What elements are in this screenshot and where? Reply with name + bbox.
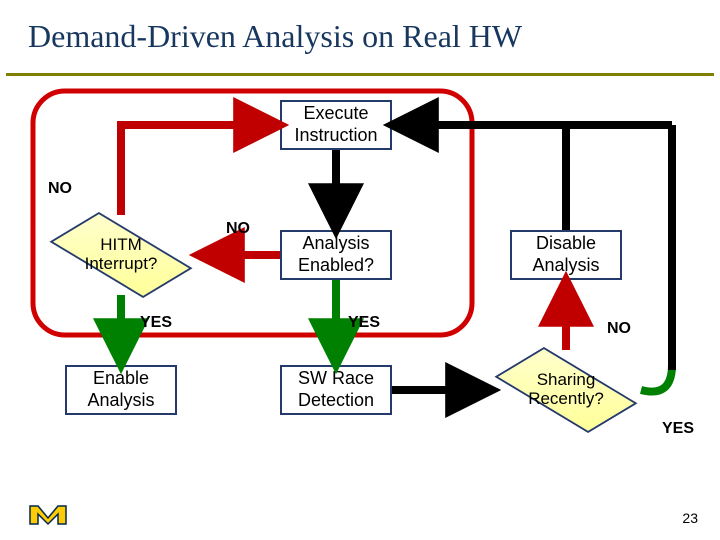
michigan-logo-icon [28, 498, 68, 526]
arrows [0, 80, 720, 500]
page-number: 23 [682, 510, 698, 526]
label-no-analysis: NO [226, 220, 250, 238]
label-yes-analysis: YES [348, 314, 380, 332]
label-no-sharing: NO [607, 320, 631, 338]
label-no-hitm: NO [48, 180, 72, 198]
slide-title: Demand-Driven Analysis on Real HW [28, 18, 692, 55]
label-yes-sharing: YES [662, 420, 694, 438]
diagram-canvas: Execute Instruction Analysis Enabled? Di… [0, 80, 720, 500]
title-underline [6, 73, 714, 76]
label-yes-hitm: YES [140, 314, 172, 332]
